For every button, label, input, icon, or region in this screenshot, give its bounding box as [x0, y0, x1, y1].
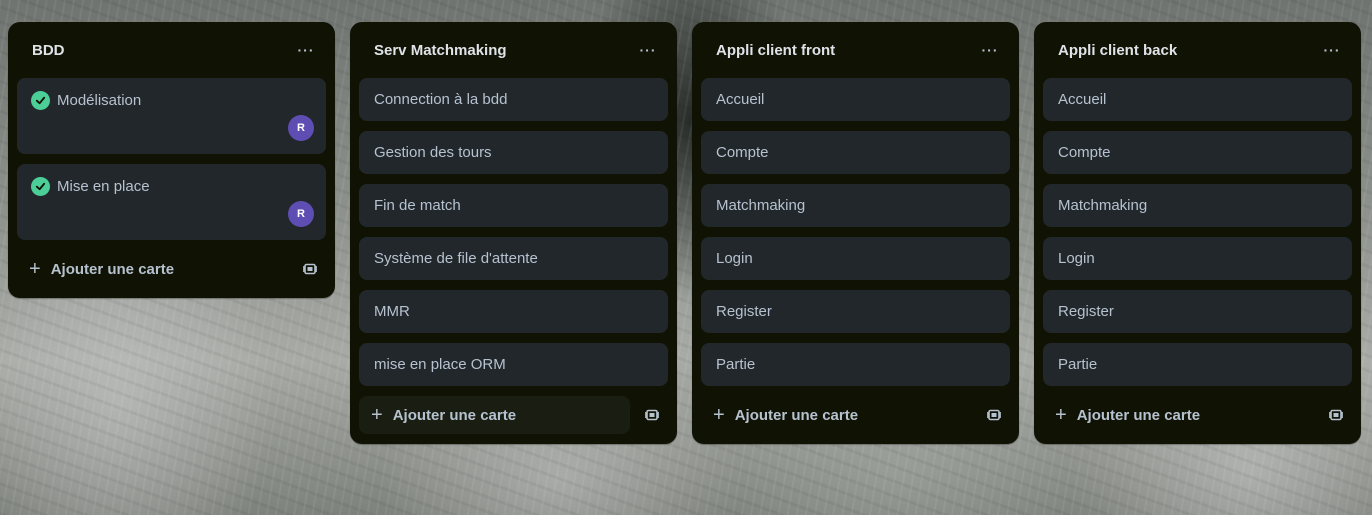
card-mise-en-place[interactable]: Mise en place R [17, 164, 326, 240]
avatar[interactable]: R [288, 115, 314, 141]
list-footer: + Ajouter une carte [17, 250, 326, 288]
card[interactable]: Matchmaking [1043, 184, 1352, 227]
card-title: MMR [374, 303, 410, 320]
card-template-icon [303, 263, 317, 275]
card[interactable]: MMR [359, 290, 668, 333]
ellipsis-icon: ··· [981, 42, 999, 58]
card-title: Register [716, 303, 772, 320]
card[interactable]: Compte [1043, 131, 1352, 174]
list-appli-client-front: Appli client front ··· Accueil Compte Ma… [692, 22, 1019, 444]
list-header: Appli client front ··· [701, 22, 1010, 78]
list-title[interactable]: BDD [32, 42, 65, 59]
card-title: Modélisation [57, 92, 142, 109]
card-template-icon [987, 409, 1001, 421]
check-circle-icon[interactable] [31, 91, 50, 110]
card[interactable]: Login [701, 237, 1010, 280]
list-bdd: BDD ··· Modélisation R Mise en place R +… [8, 22, 335, 298]
list-header: BDD ··· [17, 22, 326, 78]
card-list: Accueil Compte Matchmaking Login Registe… [1043, 78, 1352, 386]
card[interactable]: Gestion des tours [359, 131, 668, 174]
card-list: Modélisation R Mise en place R [17, 78, 326, 240]
list-serv-matchmaking: Serv Matchmaking ··· Connection à la bdd… [350, 22, 677, 444]
add-card-button[interactable]: + Ajouter une carte [359, 396, 630, 434]
list-title[interactable]: Serv Matchmaking [374, 42, 507, 59]
list-title[interactable]: Appli client back [1058, 42, 1177, 59]
list-header: Appli client back ··· [1043, 22, 1352, 78]
card-title: Partie [716, 356, 756, 373]
avatar[interactable]: R [288, 201, 314, 227]
card[interactable]: Partie [701, 343, 1010, 386]
card-title: Matchmaking [1058, 197, 1148, 214]
card-title: Système de file d'attente [374, 250, 538, 267]
ellipsis-icon: ··· [1323, 42, 1341, 58]
list-footer: + Ajouter une carte [701, 396, 1010, 434]
card-template-button[interactable] [294, 253, 326, 285]
list-footer: + Ajouter une carte [359, 396, 668, 434]
card-template-button[interactable] [978, 399, 1010, 431]
list-appli-client-back: Appli client back ··· Accueil Compte Mat… [1034, 22, 1361, 444]
card-title: Partie [1058, 356, 1098, 373]
card[interactable]: Connection à la bdd [359, 78, 668, 121]
board-canvas: BDD ··· Modélisation R Mise en place R +… [0, 0, 1372, 515]
list-menu-button[interactable]: ··· [1316, 34, 1348, 66]
card-title: Compte [1058, 144, 1111, 161]
plus-icon: + [713, 404, 725, 426]
card-template-button[interactable] [1320, 399, 1352, 431]
card-template-icon [645, 409, 659, 421]
list-title[interactable]: Appli client front [716, 42, 835, 59]
add-card-label: Ajouter une carte [734, 406, 859, 424]
card[interactable]: Fin de match [359, 184, 668, 227]
add-card-label: Ajouter une carte [392, 406, 517, 424]
card-title: Login [716, 250, 753, 267]
ellipsis-icon: ··· [297, 42, 315, 58]
card-template-button[interactable] [636, 399, 668, 431]
card[interactable]: Login [1043, 237, 1352, 280]
card[interactable]: Système de file d'attente [359, 237, 668, 280]
card-list: Accueil Compte Matchmaking Login Registe… [701, 78, 1010, 386]
card[interactable]: mise en place ORM [359, 343, 668, 386]
list-menu-button[interactable]: ··· [632, 34, 664, 66]
list-menu-button[interactable]: ··· [290, 34, 322, 66]
card-title: Accueil [716, 91, 765, 108]
list-menu-button[interactable]: ··· [974, 34, 1006, 66]
card-list: Connection à la bdd Gestion des tours Fi… [359, 78, 668, 386]
plus-icon: + [29, 258, 41, 280]
add-card-label: Ajouter une carte [1076, 406, 1201, 424]
list-header: Serv Matchmaking ··· [359, 22, 668, 78]
card[interactable]: Register [701, 290, 1010, 333]
card[interactable]: Partie [1043, 343, 1352, 386]
card[interactable]: Register [1043, 290, 1352, 333]
plus-icon: + [1055, 404, 1067, 426]
card-template-icon [1329, 409, 1343, 421]
card[interactable]: Accueil [1043, 78, 1352, 121]
card-title: Matchmaking [716, 197, 806, 214]
add-card-button[interactable]: + Ajouter une carte [701, 396, 972, 434]
card-title: Register [1058, 303, 1114, 320]
card-title: Login [1058, 250, 1095, 267]
add-card-label: Ajouter une carte [50, 260, 175, 278]
card[interactable]: Compte [701, 131, 1010, 174]
card-title: mise en place ORM [374, 356, 506, 373]
add-card-button[interactable]: + Ajouter une carte [17, 250, 288, 288]
plus-icon: + [371, 404, 383, 426]
check-circle-icon[interactable] [31, 177, 50, 196]
add-card-button[interactable]: + Ajouter une carte [1043, 396, 1314, 434]
card-title: Accueil [1058, 91, 1107, 108]
card[interactable]: Accueil [701, 78, 1010, 121]
card-title: Fin de match [374, 197, 461, 214]
card-title: Connection à la bdd [374, 91, 508, 108]
list-footer: + Ajouter une carte [1043, 396, 1352, 434]
card-title: Compte [716, 144, 769, 161]
ellipsis-icon: ··· [639, 42, 657, 58]
card-title: Gestion des tours [374, 144, 492, 161]
card[interactable]: Matchmaking [701, 184, 1010, 227]
card-title: Mise en place [57, 178, 150, 195]
card-modelisation[interactable]: Modélisation R [17, 78, 326, 154]
